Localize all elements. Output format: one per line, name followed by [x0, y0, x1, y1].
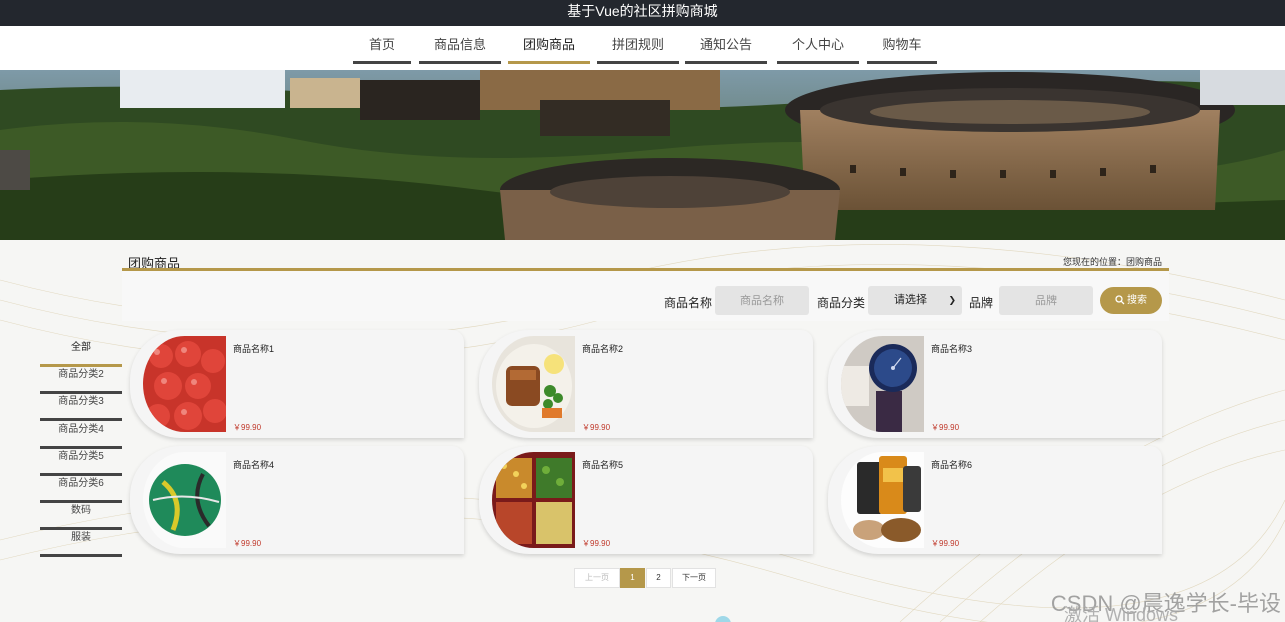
tulou-landscape-image: [0, 70, 1285, 240]
app-title: 基于Vue的社区拼购商城: [567, 3, 718, 19]
windows-activation-watermark: 激活 Windows: [1064, 605, 1179, 622]
hero-banner: [0, 70, 1285, 240]
product-name: 商品名称3: [931, 344, 973, 354]
product-image-snack-bags: [841, 452, 924, 548]
product-price: ￥99.90: [931, 423, 960, 432]
pagination-page-1[interactable]: 1: [620, 568, 645, 588]
category-item-all[interactable]: 全部: [40, 341, 122, 367]
category-item-5[interactable]: 商品分类5: [40, 450, 122, 476]
category-label: 商品分类: [817, 296, 866, 310]
nav-item-group-buy[interactable]: 团购商品: [508, 36, 590, 64]
chevron-down-icon: ❯: [948, 295, 956, 305]
product-image-bento-box: [492, 452, 575, 548]
product-name: 商品名称4: [233, 460, 275, 470]
category-item-6[interactable]: 商品分类6: [40, 477, 122, 503]
nav-item-cart[interactable]: 购物车: [867, 36, 937, 64]
breadcrumb: 您现在的位置：团购商品: [1062, 257, 1162, 267]
nav-item-profile[interactable]: 个人中心: [777, 36, 859, 64]
product-image-food-plate: [492, 336, 575, 432]
nav-item-notices[interactable]: 通知公告: [685, 36, 767, 64]
main-nav: 首页 商品信息 团购商品 拼团规则 通知公告 个人中心 购物车: [0, 26, 1285, 70]
category-item-4[interactable]: 商品分类4: [40, 423, 122, 449]
product-card[interactable]: 商品名称6 ￥99.90: [828, 446, 1162, 554]
product-name: 商品名称5: [582, 460, 624, 470]
product-card[interactable]: 商品名称5 ￥99.90: [479, 446, 813, 554]
product-card[interactable]: 商品名称3 ￥99.90: [828, 330, 1162, 438]
nav-item-rules[interactable]: 拼团规则: [597, 36, 679, 64]
pagination-prev-button[interactable]: 上一页: [574, 568, 620, 588]
product-name: 商品名称6: [931, 460, 973, 470]
category-select[interactable]: 请选择 ❯: [868, 286, 962, 315]
product-price: ￥99.90: [582, 423, 611, 432]
product-card[interactable]: 商品名称1 ￥99.90: [130, 330, 464, 438]
product-name: 商品名称2: [582, 344, 624, 354]
search-button[interactable]: 搜索: [1100, 287, 1162, 314]
category-item-clothing[interactable]: 服装: [40, 531, 122, 557]
category-item-2[interactable]: 商品分类2: [40, 368, 122, 394]
product-price: ￥99.90: [233, 423, 262, 432]
nav-item-products[interactable]: 商品信息: [419, 36, 501, 64]
category-item-3[interactable]: 商品分类3: [40, 395, 122, 421]
product-card[interactable]: 商品名称4 ￥99.90: [130, 446, 464, 554]
nav-item-home[interactable]: 首页: [353, 36, 411, 64]
product-name-label: 商品名称: [664, 296, 713, 310]
search-icon: [1115, 295, 1125, 305]
pagination-next-button[interactable]: 下一页: [672, 568, 716, 588]
brand-input[interactable]: [999, 286, 1093, 315]
product-price: ￥99.90: [582, 539, 611, 548]
category-item-digital[interactable]: 数码: [40, 504, 122, 530]
product-image-cherries: [143, 336, 226, 432]
product-name-input[interactable]: [715, 286, 809, 315]
product-image-football: [143, 452, 226, 548]
product-name: 商品名称1: [233, 344, 275, 354]
product-card[interactable]: 商品名称2 ￥99.90: [479, 330, 813, 438]
app-title-bar: 基于Vue的社区拼购商城: [0, 0, 1285, 26]
product-image-watch: [841, 336, 924, 432]
category-select-value: 请选择: [894, 294, 927, 306]
pagination-page-2[interactable]: 2: [646, 568, 671, 588]
product-price: ￥99.90: [233, 539, 262, 548]
brand-label: 品牌: [969, 296, 994, 310]
product-price: ￥99.90: [931, 539, 960, 548]
